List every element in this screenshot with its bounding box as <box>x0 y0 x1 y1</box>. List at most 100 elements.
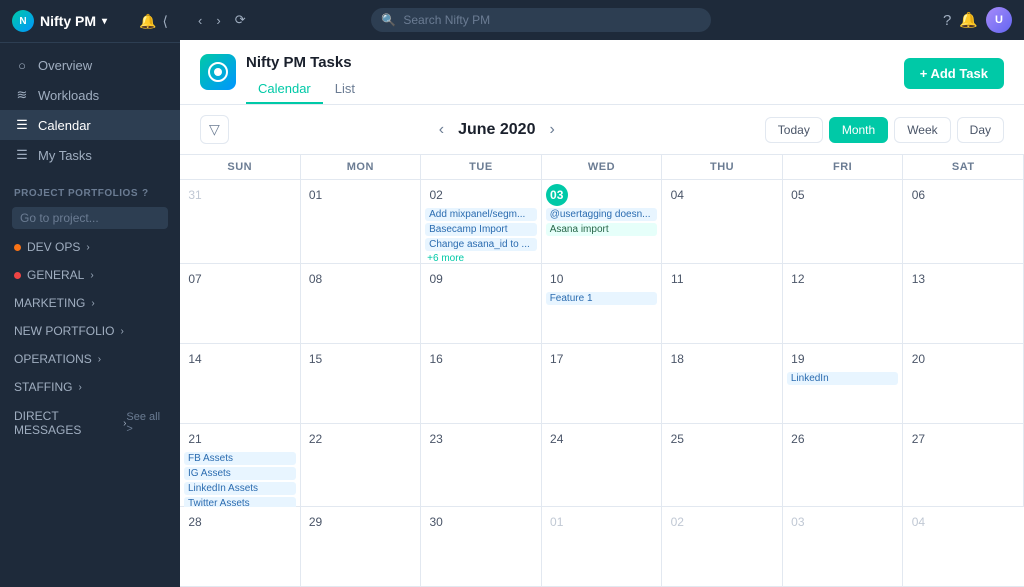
app-name: Nifty PM <box>40 13 96 29</box>
sidebar-item-staffing[interactable]: STAFFING › + <box>0 373 180 401</box>
calendar-cell[interactable]: 15 <box>301 344 422 424</box>
calendar-cell[interactable]: 18 <box>662 344 783 424</box>
next-month-button[interactable]: › <box>545 121 558 139</box>
help-icon[interactable]: ? <box>943 12 951 29</box>
direct-messages-label[interactable]: DIRECT MESSAGES › <box>14 409 126 437</box>
calendar-cell[interactable]: 26 <box>783 424 904 508</box>
sidebar-item-new-portfolio[interactable]: NEW PORTFOLIO › + <box>0 317 180 345</box>
sidebar-item-my-tasks[interactable]: ☰ My Tasks <box>0 140 180 170</box>
back-button[interactable]: ‹ <box>192 8 208 32</box>
calendar-cell[interactable]: 05 <box>783 180 904 264</box>
page-tabs: Calendar List <box>246 75 367 104</box>
filter-button[interactable]: ▽ <box>200 115 229 144</box>
sidebar-item-devops[interactable]: DEV OPS › + <box>0 233 180 261</box>
avatar[interactable]: U <box>986 7 1012 33</box>
month-view-button[interactable]: Month <box>829 117 888 143</box>
day-number: 19 <box>787 348 809 370</box>
history-button[interactable]: ⟳ <box>229 8 252 32</box>
calendar-cell[interactable]: 09 <box>421 264 542 344</box>
calendar-cell[interactable]: 03 <box>783 507 904 587</box>
calendar-cell[interactable]: 22 <box>301 424 422 508</box>
calendar-event[interactable]: Change asana_id to ... <box>425 238 537 251</box>
status-dot <box>14 244 21 251</box>
today-button[interactable]: Today <box>765 117 823 143</box>
calendar-cell[interactable]: 20 <box>903 344 1024 424</box>
calendar-cell[interactable]: 04 <box>662 180 783 264</box>
calendar-cell[interactable]: 25 <box>662 424 783 508</box>
calendar-cell[interactable]: 29 <box>301 507 422 587</box>
portfolio-label: OPERATIONS <box>14 352 92 366</box>
chevron-right-icon: › <box>120 326 123 337</box>
topbar: ‹ › ⟳ 🔍 ? 🔔 U <box>180 0 1024 40</box>
sidebar-item-operations[interactable]: OPERATIONS › + <box>0 345 180 373</box>
project-search-input[interactable] <box>12 207 168 229</box>
calendar-cell[interactable]: 01 <box>301 180 422 264</box>
day-header-fri: FRI <box>783 155 904 180</box>
sidebar-item-overview[interactable]: ○ Overview <box>0 51 180 80</box>
forward-button[interactable]: › <box>210 8 226 32</box>
calendar-cell[interactable]: 03@usertagging doesn...Asana import <box>542 180 663 264</box>
day-header-tue: TUE <box>421 155 542 180</box>
app-logo[interactable]: N Nifty PM ▾ <box>12 10 107 32</box>
calendar-event[interactable]: LinkedIn <box>787 372 899 385</box>
calendar-event[interactable]: FB Assets <box>184 452 296 465</box>
calendar-event[interactable]: Feature 1 <box>546 292 658 305</box>
calendar-cell[interactable]: 10Feature 1 <box>542 264 663 344</box>
prev-month-button[interactable]: ‹ <box>435 121 448 139</box>
day-header-sun: SUN <box>180 155 301 180</box>
day-number: 04 <box>666 184 688 206</box>
day-number: 13 <box>907 268 929 290</box>
calendar-event[interactable]: LinkedIn Assets <box>184 482 296 495</box>
sidebar-item-marketing[interactable]: MARKETING › + <box>0 289 180 317</box>
day-number: 25 <box>666 428 688 450</box>
calendar-cell[interactable]: 12 <box>783 264 904 344</box>
calendar-cell[interactable]: 24 <box>542 424 663 508</box>
notifications-icon[interactable]: 🔔 <box>959 11 978 29</box>
day-number: 05 <box>787 184 809 206</box>
day-number: 24 <box>546 428 568 450</box>
calendar-cell[interactable]: 28 <box>180 507 301 587</box>
search-input[interactable] <box>371 8 711 32</box>
sidebar-item-workloads[interactable]: ≋ Workloads <box>0 80 180 110</box>
calendar-cell[interactable]: 08 <box>301 264 422 344</box>
calendar-cell[interactable]: 11 <box>662 264 783 344</box>
calendar-cell[interactable]: 06 <box>903 180 1024 264</box>
calendar-cell[interactable]: 07 <box>180 264 301 344</box>
see-all-link[interactable]: See all > <box>126 411 166 435</box>
calendar-cell[interactable]: 30 <box>421 507 542 587</box>
day-number: 11 <box>666 268 688 290</box>
portfolio-left: STAFFING › <box>14 380 82 394</box>
calendar-cell[interactable]: 17 <box>542 344 663 424</box>
calendar-cell[interactable]: 04 <box>903 507 1024 587</box>
calendar-cell[interactable]: 19 LinkedIn <box>783 344 904 424</box>
calendar-event[interactable]: @usertagging doesn... <box>546 208 658 221</box>
sidebar-item-general[interactable]: GENERAL › + <box>0 261 180 289</box>
portfolio-left: MARKETING › <box>14 296 95 310</box>
add-task-button[interactable]: + Add Task <box>904 58 1004 89</box>
event-more[interactable]: +6 more <box>425 253 537 264</box>
day-number: 17 <box>546 348 568 370</box>
calendar-event[interactable]: Add mixpanel/segm... <box>425 208 537 221</box>
calendar-cell[interactable]: 21FB AssetsIG AssetsLinkedIn AssetsTwitt… <box>180 424 301 508</box>
week-view-button[interactable]: Week <box>894 117 950 143</box>
calendar-cell[interactable]: 02 <box>662 507 783 587</box>
tab-calendar[interactable]: Calendar <box>246 75 323 104</box>
chevron-right-icon: › <box>86 242 89 253</box>
sidebar-item-calendar[interactable]: ☰ Calendar <box>0 110 180 140</box>
calendar-cell[interactable]: 01 <box>542 507 663 587</box>
calendar-cell[interactable]: 02Add mixpanel/segm...Basecamp ImportCha… <box>421 180 542 264</box>
calendar-event[interactable]: Asana import <box>546 223 658 236</box>
calendar-cell[interactable]: 27 <box>903 424 1024 508</box>
calendar-cell[interactable]: 14 <box>180 344 301 424</box>
collapse-sidebar-icon[interactable]: ⟨ <box>163 13 168 30</box>
notifications-icon[interactable]: 🔔 <box>139 13 156 30</box>
calendar-cell[interactable]: 16 <box>421 344 542 424</box>
my-tasks-icon: ☰ <box>14 147 30 163</box>
tab-list[interactable]: List <box>323 75 367 104</box>
calendar-event[interactable]: IG Assets <box>184 467 296 480</box>
calendar-cell[interactable]: 31 <box>180 180 301 264</box>
calendar-cell[interactable]: 13 <box>903 264 1024 344</box>
day-view-button[interactable]: Day <box>957 117 1004 143</box>
calendar-event[interactable]: Basecamp Import <box>425 223 537 236</box>
calendar-cell[interactable]: 23 <box>421 424 542 508</box>
